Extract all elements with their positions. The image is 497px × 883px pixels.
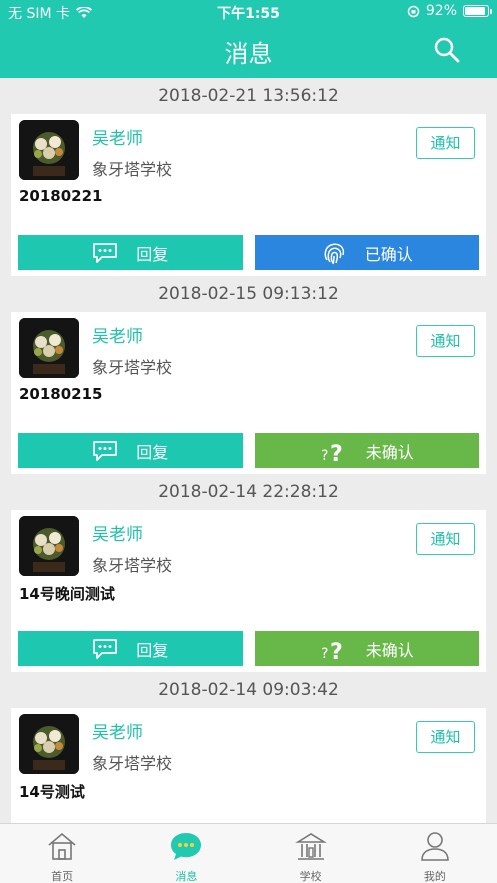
tab-profile-label: 我的 bbox=[423, 870, 446, 883]
avatar bbox=[19, 120, 79, 180]
avatar bbox=[19, 714, 79, 774]
message-content: 14号晚间测试 bbox=[19, 585, 115, 603]
school-name: 象牙塔学校 bbox=[92, 358, 173, 377]
message-card[interactable]: 吴老师 象牙塔学校 通知 14号晚间测试 回复 ?? 未确认 bbox=[11, 510, 486, 672]
tab-home[interactable]: 首页 bbox=[0, 824, 124, 883]
tab-messages-label: 消息 bbox=[175, 870, 198, 883]
message-card[interactable]: 吴老师 象牙塔学校 通知 20180221 回复 已确认 bbox=[11, 114, 486, 276]
orientation-lock-icon bbox=[407, 5, 420, 17]
message-content: 20180215 bbox=[19, 385, 103, 403]
chat-bubble-icon bbox=[93, 440, 118, 461]
user-icon bbox=[421, 832, 449, 861]
message-content: 20180221 bbox=[19, 187, 103, 205]
tab-profile[interactable]: 我的 bbox=[373, 824, 497, 883]
page-title: 消息 bbox=[224, 40, 273, 68]
status-bar: 无 SIM 卡 下午1:55 92% bbox=[0, 0, 497, 24]
svg-text:?: ? bbox=[321, 448, 328, 463]
tab-bar: 首页 消息 学校 我的 bbox=[0, 823, 497, 883]
reply-button[interactable]: 回复 bbox=[18, 235, 243, 270]
school-name: 象牙塔学校 bbox=[92, 556, 173, 575]
status-label: 已确认 bbox=[364, 244, 413, 264]
message-list[interactable]: 2018-02-21 13:56:12 吴老师 象牙塔学校 通知 2018022… bbox=[0, 78, 497, 823]
battery-icon bbox=[463, 5, 492, 17]
status-label: 未确认 bbox=[365, 442, 414, 462]
message-actions: 回复 ?? 未确认 bbox=[18, 631, 479, 666]
notice-tag: 通知 bbox=[416, 127, 475, 159]
chat-icon bbox=[171, 833, 202, 860]
battery-percent: 92% bbox=[425, 3, 457, 19]
home-icon bbox=[48, 832, 76, 860]
avatar bbox=[19, 318, 79, 378]
reply-label: 回复 bbox=[136, 442, 169, 462]
message-timestamp: 2018-02-15 09:13:12 bbox=[158, 284, 339, 304]
unconfirmed-button[interactable]: ?? 未确认 bbox=[254, 433, 479, 468]
search-icon[interactable] bbox=[433, 36, 461, 64]
message-actions: 回复 ?? 未确认 bbox=[18, 433, 479, 468]
fingerprint-icon bbox=[324, 242, 344, 264]
svg-text:?: ? bbox=[330, 640, 343, 661]
notice-tag: 通知 bbox=[416, 523, 475, 555]
chat-bubble-icon bbox=[93, 638, 118, 659]
message-content: 14号测试 bbox=[19, 783, 85, 801]
avatar bbox=[19, 516, 79, 576]
tab-school[interactable]: 学校 bbox=[249, 824, 373, 883]
sender-name: 吴老师 bbox=[92, 129, 143, 149]
school-name: 象牙塔学校 bbox=[92, 754, 173, 773]
svg-text:?: ? bbox=[321, 646, 328, 661]
sender-name: 吴老师 bbox=[92, 525, 143, 545]
message-card[interactable]: 吴老师 象牙塔学校 通知 14号测试 bbox=[11, 708, 486, 823]
reply-label: 回复 bbox=[136, 244, 169, 264]
sender-name: 吴老师 bbox=[92, 723, 143, 743]
tab-messages[interactable]: 消息 bbox=[124, 824, 248, 883]
tab-school-label: 学校 bbox=[299, 870, 322, 883]
unconfirmed-button[interactable]: ?? 未确认 bbox=[254, 631, 479, 666]
message-timestamp: 2018-02-14 22:28:12 bbox=[158, 482, 339, 502]
school-icon bbox=[294, 833, 327, 860]
nav-bar: 消息 bbox=[0, 24, 497, 78]
confirmed-button[interactable]: 已确认 bbox=[254, 235, 479, 270]
svg-text:?: ? bbox=[330, 442, 343, 463]
reply-label: 回复 bbox=[136, 640, 169, 660]
message-timestamp: 2018-02-21 13:56:12 bbox=[158, 86, 339, 106]
chat-bubble-icon bbox=[93, 242, 118, 263]
notice-tag: 通知 bbox=[416, 325, 475, 357]
reply-button[interactable]: 回复 bbox=[18, 433, 243, 468]
question-icon: ?? bbox=[321, 640, 343, 661]
school-name: 象牙塔学校 bbox=[92, 160, 173, 179]
message-card[interactable]: 吴老师 象牙塔学校 通知 20180215 回复 ?? 未确认 bbox=[11, 312, 486, 474]
message-actions: 回复 已确认 bbox=[18, 235, 479, 270]
notice-tag: 通知 bbox=[416, 721, 475, 753]
status-label: 未确认 bbox=[365, 640, 414, 660]
sender-name: 吴老师 bbox=[92, 327, 143, 347]
reply-button[interactable]: 回复 bbox=[18, 631, 243, 666]
tab-home-label: 首页 bbox=[51, 870, 74, 883]
question-icon: ?? bbox=[321, 442, 343, 463]
message-timestamp: 2018-02-14 09:03:42 bbox=[158, 680, 339, 700]
